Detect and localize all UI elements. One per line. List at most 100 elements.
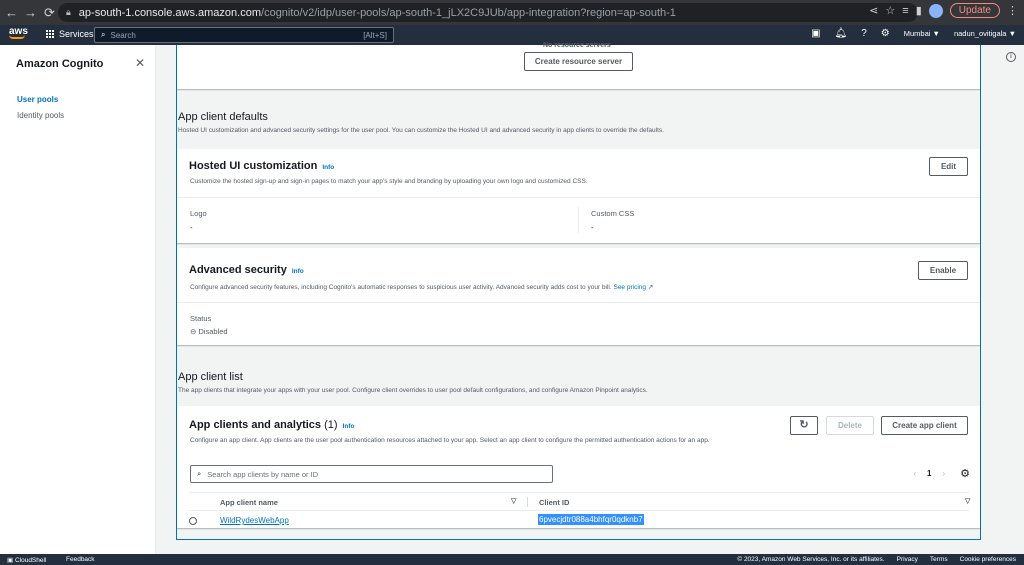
aws-logo[interactable]: aws — [9, 27, 28, 39]
forward-arrow-icon[interactable]: → — [21, 5, 40, 20]
sort-caret-icon[interactable]: ▽ — [965, 497, 970, 505]
sidebar: Amazon Cognito ✕ User pools Identity poo… — [0, 45, 156, 554]
status-value-text: Disabled — [198, 327, 228, 336]
sidebar-item-identity-pools[interactable]: Identity pools — [17, 111, 64, 120]
share-icon[interactable]: ⋖ — [869, 4, 878, 17]
create-app-client-button[interactable]: Create app client — [881, 416, 968, 435]
divider — [189, 510, 969, 511]
aws-header: aws Services ⌕ Search [Alt+S] ▣ 🔔︎ ? ⚙ M… — [0, 25, 1024, 45]
see-pricing-link[interactable]: See pricing — [613, 284, 646, 291]
copyright-text: © 2023, Amazon Web Services, Inc. or its… — [737, 556, 885, 563]
app-client-name-text: WildRydesWebApp — [220, 516, 289, 525]
refresh-icon[interactable]: ↻ — [790, 416, 818, 435]
address-bar[interactable]: 🔒︎ ap-south-1.console.aws.amazon.com/cog… — [58, 3, 918, 22]
advanced-security-title: Advanced security Info — [189, 264, 304, 276]
console-footer: ▣ CloudShell Feedback © 2023, Amazon Web… — [0, 554, 1024, 565]
app-client-search-placeholder: Search app clients by name or ID — [207, 469, 319, 479]
bookmark-star-icon[interactable]: ☆ — [885, 4, 895, 17]
account-menu[interactable]: nadun_ovitigala ▼ — [954, 29, 1016, 38]
settings-gear-icon[interactable]: ⚙ — [960, 467, 970, 480]
app-clients-description: Configure an app client. App clients are… — [190, 437, 710, 444]
cloudshell-icon[interactable]: ▣ — [811, 28, 820, 39]
advanced-security-card: Advanced security Info Configure advanced… — [177, 248, 980, 345]
aws-logo-text: aws — [9, 26, 28, 37]
custom-css-value: - — [591, 223, 594, 232]
hosted-ui-card: Hosted UI customization Info Customize th… — [177, 149, 980, 243]
browser-toolbar: ← → ⟳ 🔒︎ ap-south-1.console.aws.amazon.c… — [0, 0, 1024, 25]
services-menu[interactable]: Services — [46, 29, 94, 39]
previous-page-icon[interactable]: ‹ — [913, 469, 916, 478]
status-value: ⊖ Disabled — [190, 327, 228, 336]
advanced-security-description: Configure advanced security features, in… — [190, 283, 653, 291]
divider — [177, 197, 980, 198]
close-icon[interactable]: ✕ — [135, 56, 145, 70]
notifications-bell-icon[interactable]: 🔔︎ — [835, 28, 848, 39]
resource-servers-panel: No resource servers Create resource serv… — [177, 42, 980, 89]
cloudshell-link[interactable]: ▣ CloudShell — [7, 556, 46, 564]
cookie-preferences-link[interactable]: Cookie preferences — [960, 556, 1016, 563]
grid-icon — [46, 30, 54, 38]
empty-state-text: No resource servers — [543, 42, 611, 49]
reload-icon[interactable]: ⟳ — [40, 5, 59, 21]
region-selector[interactable]: Mumbai ▼ — [904, 29, 940, 38]
side-panel-icon[interactable]: ▮ — [916, 4, 922, 17]
lock-icon: 🔒︎ — [66, 7, 71, 17]
info-panel-icon[interactable]: i — [1006, 52, 1016, 62]
sidebar-title: Amazon Cognito — [16, 58, 104, 70]
logo-label: Logo — [190, 209, 207, 218]
app-client-list-heading: App client list — [178, 371, 243, 383]
hosted-ui-title-text: Hosted UI customization — [189, 160, 318, 172]
privacy-link[interactable]: Privacy — [897, 556, 918, 563]
advanced-security-description-text: Configure advanced security features, in… — [190, 284, 612, 291]
app-client-defaults-heading: App client defaults — [178, 111, 268, 123]
cloudshell-label: CloudShell — [14, 556, 47, 564]
column-divider — [527, 497, 528, 507]
client-id-value: 6pvecjdtr088a4bhfqr0qdknb7 — [538, 514, 644, 525]
page-number[interactable]: 1 — [927, 469, 931, 478]
disabled-circle-icon: ⊖ — [190, 327, 197, 336]
advanced-security-info-link[interactable]: Info — [292, 268, 304, 275]
url-path: /cognito/v2/idp/user-pools/ap-south-1_jL… — [261, 6, 676, 19]
logo-value: - — [190, 223, 193, 232]
hosted-ui-title: Hosted UI customization Info — [189, 160, 334, 172]
app-client-list-description: The app clients that integrate your apps… — [178, 387, 648, 394]
app-clients-title-text: App clients and analytics — [189, 419, 322, 431]
enable-button[interactable]: Enable — [918, 261, 968, 280]
create-resource-server-button[interactable]: Create resource server — [524, 52, 633, 71]
sidebar-item-user-pools[interactable]: User pools — [17, 95, 58, 104]
search-icon: ⌕ — [197, 469, 202, 478]
app-clients-card: App clients and analytics (1) Info Config… — [177, 406, 980, 528]
app-client-search-input[interactable]: ⌕ Search app clients by name or ID — [190, 465, 553, 483]
delete-button[interactable]: Delete — [826, 416, 874, 435]
column-divider — [578, 207, 579, 233]
search-icon: ⌕ — [101, 30, 106, 39]
external-link-icon: ↗ — [647, 284, 654, 291]
services-label: Services — [59, 29, 94, 39]
row-select-radio[interactable] — [189, 517, 197, 525]
column-header-client-id[interactable]: Client ID — [539, 498, 569, 507]
status-label: Status — [190, 314, 212, 323]
app-clients-info-link[interactable]: Info — [343, 423, 355, 430]
app-client-defaults-description: Hosted UI customization and advanced sec… — [178, 127, 664, 134]
reading-list-icon[interactable]: ≡ — [902, 5, 908, 17]
more-menu-icon[interactable]: ⋮ — [1007, 4, 1018, 17]
update-button[interactable]: Update — [949, 3, 1000, 18]
app-clients-title: App clients and analytics (1) Info — [189, 419, 354, 431]
next-page-icon[interactable]: › — [942, 469, 945, 478]
app-clients-count: (1) — [324, 419, 338, 431]
help-icon[interactable]: ? — [861, 28, 867, 39]
advanced-security-title-text: Advanced security — [189, 264, 287, 276]
edit-button[interactable]: Edit — [929, 157, 968, 176]
settings-gear-icon[interactable]: ⚙ — [881, 28, 890, 39]
back-arrow-icon[interactable]: ← — [2, 5, 21, 20]
profile-avatar[interactable] — [928, 3, 943, 18]
app-client-name-link[interactable]: WildRydesWebApp — [220, 516, 289, 525]
terms-link[interactable]: Terms — [930, 556, 948, 563]
feedback-link[interactable]: Feedback — [66, 556, 95, 563]
main-content: No resource servers Create resource serv… — [176, 42, 981, 540]
hosted-ui-info-link[interactable]: Info — [322, 164, 334, 171]
pagination: ‹ 1 › ⚙ — [913, 467, 970, 480]
column-header-app-client-name[interactable]: App client name — [220, 498, 278, 507]
sort-caret-icon[interactable]: ▽ — [511, 497, 516, 505]
console-search-input[interactable]: ⌕ Search [Alt+S] — [94, 27, 394, 43]
